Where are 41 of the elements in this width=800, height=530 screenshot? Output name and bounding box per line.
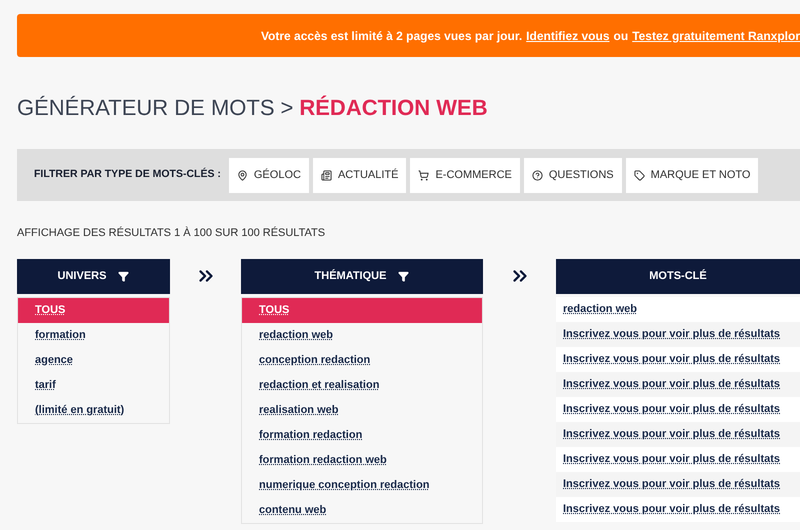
keyword-row[interactable]: Inscrivez vous pour voir plus de résultats xyxy=(556,496,800,522)
list-item[interactable]: TOUS xyxy=(242,298,482,322)
column-title: THÉMATIQUE xyxy=(314,268,386,284)
list-item[interactable]: realisation web xyxy=(242,398,482,422)
shopping-cart-icon xyxy=(418,170,430,180)
notice-text: Votre accès est limité à 2 pages vues par jour. xyxy=(260,28,522,44)
keyword-row[interactable]: Inscrivez vous pour voir plus de résultats xyxy=(556,446,800,472)
filter-chip[interactable]: ACTUALITÉ xyxy=(312,158,406,192)
list-item[interactable]: (limité en gratuit) xyxy=(18,398,169,422)
filter-chip[interactable]: QUESTIONS xyxy=(524,158,622,192)
filter-label: FILTRER PAR TYPE DE MOTS-CLÉS : xyxy=(34,167,221,182)
notice-text: ou xyxy=(614,28,628,44)
filter-chip[interactable]: MARQUE ET NOTO xyxy=(626,158,758,192)
list-item[interactable]: conception redaction xyxy=(242,348,482,372)
breadcrumb-separator: > xyxy=(280,94,294,122)
list-item[interactable]: TOUS xyxy=(18,298,169,322)
page-title: RÉDACTION WEB xyxy=(299,94,488,122)
filter-chip[interactable]: GÉOLOC xyxy=(228,158,309,192)
results-summary: AFFICHAGE DES RÉSULTATS 1 À 100 SUR 100 RÉSULTATS xyxy=(17,226,326,241)
list-item[interactable]: formation redaction web xyxy=(242,448,482,472)
list-item[interactable]: formation redaction xyxy=(242,422,482,448)
filter-chip[interactable]: E-COMMERCE xyxy=(410,158,520,192)
keyword-row[interactable]: Inscrivez vous pour voir plus de résultats xyxy=(556,346,800,372)
map-pin-icon xyxy=(236,170,248,180)
breadcrumb-parent[interactable]: GÉNÉRATEUR DE MOTS xyxy=(17,91,275,124)
tag-icon xyxy=(634,170,645,180)
list-item[interactable]: redaction et realisation xyxy=(242,372,482,398)
list-item[interactable]: tarif xyxy=(18,372,169,398)
filter-icon[interactable] xyxy=(398,270,410,282)
newspaper-icon xyxy=(320,170,332,180)
column-title: UNIVERS xyxy=(58,268,106,284)
keyword-row[interactable]: Inscrivez vous pour voir plus de résultats xyxy=(556,396,800,422)
list-item[interactable]: formation xyxy=(18,322,169,348)
list-item[interactable]: agence xyxy=(18,348,169,372)
filter-icon[interactable] xyxy=(118,270,130,282)
list-item[interactable]: numerique conception redaction xyxy=(242,472,482,498)
column-title: MOTS-CLÉ xyxy=(649,268,707,284)
list-item[interactable]: contenu web xyxy=(242,498,482,522)
list-item[interactable]: redaction web xyxy=(242,322,482,348)
question-icon xyxy=(532,170,543,180)
keyword-row[interactable]: redaction web xyxy=(556,296,800,322)
